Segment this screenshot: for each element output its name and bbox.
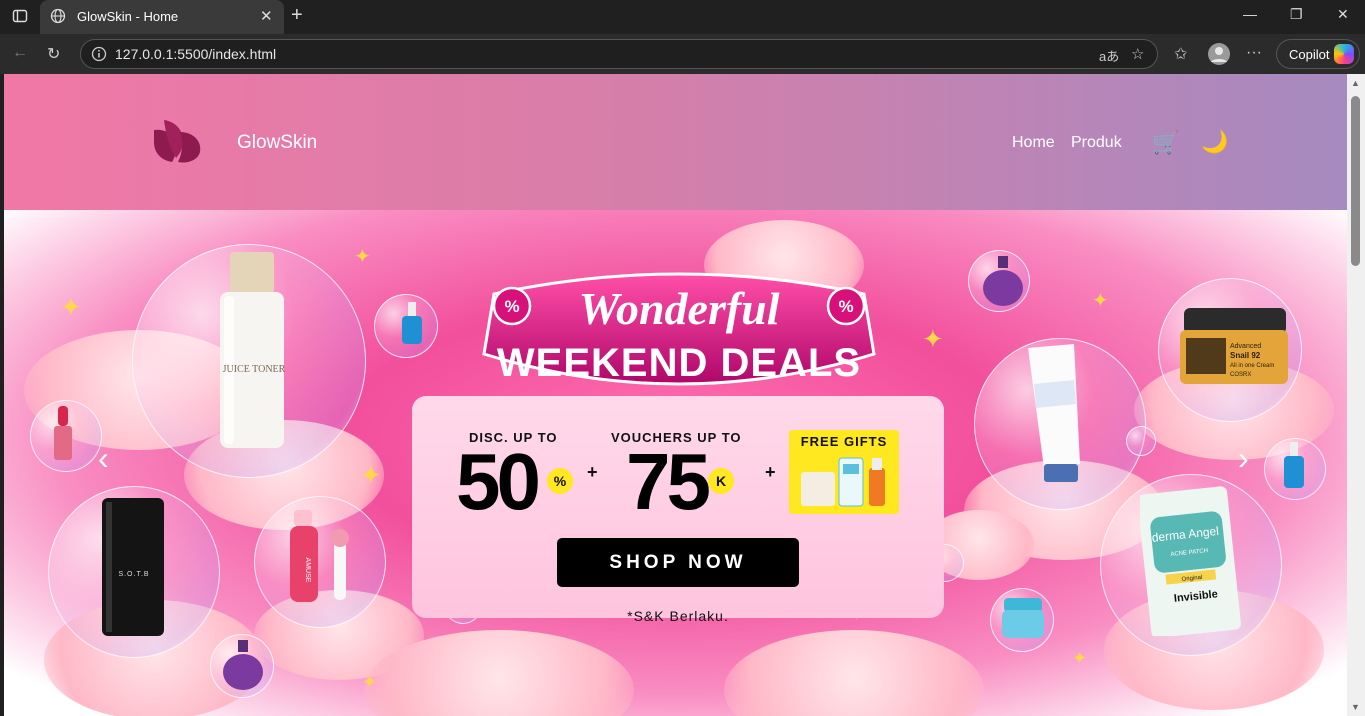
carousel-next-icon[interactable]: › (1238, 440, 1249, 477)
copilot-label: Copilot (1289, 47, 1330, 62)
read-aloud-icon[interactable]: aあ (1099, 46, 1119, 65)
profile-avatar-icon[interactable] (1207, 42, 1231, 66)
maximize-icon[interactable]: ❐ (1290, 6, 1303, 23)
minimize-icon[interactable]: — (1243, 6, 1257, 22)
snail-cream-jar-image: Advanced Snail 92 All in one Cream COSRX (1180, 308, 1288, 384)
site-header: GlowSkin Home Produk 🛒 🌙 (4, 74, 1347, 210)
more-options-icon[interactable]: ··· (1246, 44, 1262, 62)
svg-text:%: % (504, 297, 519, 316)
promo-banner[interactable]: ✦ ✦ ✦ ✦ ✦ ✦ ✦ ✦ JUICE TONER S.O.T.B AMUS… (4, 210, 1347, 716)
page-scrollbar[interactable]: ▲ ▼ (1347, 74, 1365, 716)
refresh-icon[interactable]: ↻ (47, 44, 60, 64)
scroll-up-icon[interactable]: ▲ (1351, 78, 1360, 88)
plus-sign: + (587, 462, 598, 482)
scrollbar-thumb[interactable] (1351, 96, 1360, 266)
toner-bottle-image: JUICE TONER (220, 252, 286, 448)
tint-label: AMUSE (304, 558, 311, 583)
bubble-decoration (1126, 426, 1156, 456)
favorite-star-icon[interactable]: ☆ (1131, 45, 1144, 63)
sunscreen-tube-image (1028, 344, 1080, 482)
brand-name[interactable]: GlowSkin (237, 132, 317, 154)
voucher-unit-badge: K (708, 468, 734, 494)
tab-title: GlowSkin - Home (77, 9, 179, 24)
sparkle-icon: ✦ (362, 672, 378, 692)
perfume-bottle-image: S.O.T.B (102, 498, 164, 636)
scroll-down-icon[interactable]: ▼ (1351, 702, 1360, 712)
free-gifts-label: FREE GIFTS (800, 434, 888, 449)
voucher-value: 75 (626, 437, 711, 526)
headline-main-text: WEEKEND DEALS (497, 341, 861, 385)
snail-line-2: Snail 92 (1230, 351, 1261, 360)
terms-note: *S&K Berlaku. (627, 608, 729, 624)
promo-headline: % % Wonderful WEEKEND DEALS (482, 272, 876, 386)
headline-script-text: Wonderful (578, 283, 779, 334)
snail-line-4: COSRX (1230, 372, 1251, 378)
free-gifts-items-image (801, 457, 885, 507)
dark-mode-toggle-icon[interactable]: 🌙 (1201, 129, 1228, 155)
browser-tab[interactable]: GlowSkin - Home ✕ (40, 0, 284, 34)
back-icon[interactable]: ← (12, 44, 28, 62)
svg-text:%: % (838, 297, 853, 316)
browser-title-bar: GlowSkin - Home ✕ + — ❐ ✕ (0, 0, 1365, 34)
window-close-icon[interactable]: ✕ (1337, 6, 1349, 23)
address-bar[interactable]: 127.0.0.1:5500/index.html aあ ☆ (80, 39, 1158, 69)
serum-bottle-image (1284, 442, 1304, 488)
lipstick-image (54, 406, 72, 460)
toner-label: JUICE TONER (223, 364, 286, 375)
serum-bottle-image (402, 302, 422, 344)
leaf-logo-icon[interactable] (152, 118, 204, 166)
sparkle-icon: ✦ (354, 246, 371, 268)
shop-now-button[interactable]: SHOP NOW (557, 538, 799, 587)
new-tab-icon[interactable]: + (291, 4, 303, 27)
copilot-button[interactable]: Copilot (1276, 39, 1360, 69)
plus-sign: + (765, 462, 776, 482)
disc-value: 50 (456, 437, 541, 526)
nav-produk-link[interactable]: Produk (1071, 134, 1122, 152)
site-info-icon[interactable] (91, 46, 107, 62)
snail-line-1: Advanced (1230, 343, 1261, 350)
tab-close-icon[interactable]: ✕ (260, 7, 273, 25)
free-gifts-box: FREE GIFTS (789, 430, 899, 514)
perfume-vial-image (983, 256, 1023, 306)
lip-tint-image: AMUSE (290, 510, 349, 602)
snail-line-3: All in one Cream (1230, 363, 1274, 369)
sparkle-icon: ✦ (360, 460, 382, 490)
sparkle-icon: ✦ (922, 324, 944, 354)
page-viewport: GlowSkin Home Produk 🛒 🌙 ✦ ✦ ✦ ✦ ✦ ✦ ✦ J… (4, 74, 1347, 716)
copilot-icon (1334, 44, 1354, 64)
cart-icon[interactable]: 🛒 (1152, 130, 1179, 156)
sidebar-toggle-icon[interactable] (12, 8, 28, 24)
cream-jar-image (1002, 598, 1044, 638)
acne-patch-pack-image: derma Angel ACNE PATCH Original Invisibl… (1140, 486, 1241, 636)
sparkle-icon: ✦ (1092, 290, 1109, 312)
perfume-label: S.O.T.B (118, 571, 149, 578)
carousel-prev-icon[interactable]: ‹ (98, 440, 109, 477)
disc-unit-badge: % (547, 468, 573, 494)
perfume-vial-image (223, 640, 263, 690)
sparkle-icon: ✦ (60, 292, 82, 322)
favorites-icon[interactable]: ✩ (1174, 44, 1187, 64)
browser-toolbar: ← ↻ 127.0.0.1:5500/index.html aあ ☆ ✩ ···… (0, 34, 1365, 74)
nav-home-link[interactable]: Home (1012, 134, 1055, 152)
cloud-decoration (724, 630, 984, 716)
globe-icon (50, 8, 66, 24)
address-url: 127.0.0.1:5500/index.html (115, 46, 277, 62)
sparkle-icon: ✦ (1072, 648, 1088, 668)
